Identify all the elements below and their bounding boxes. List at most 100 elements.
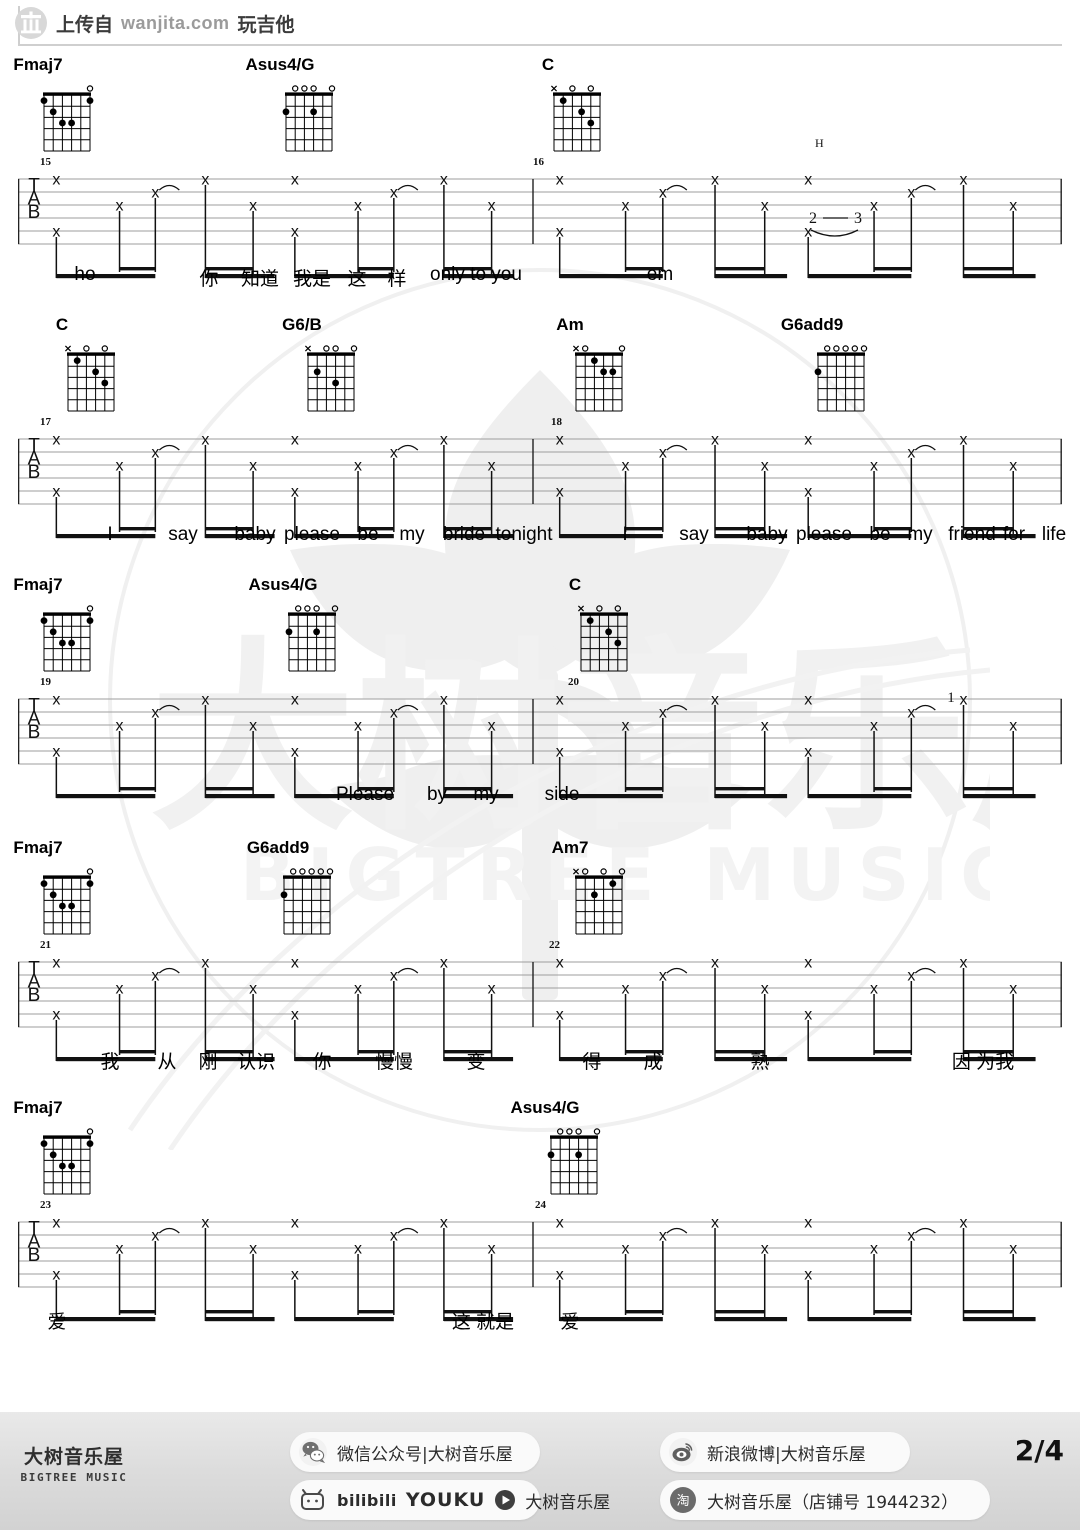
chord-name: C	[568, 575, 582, 594]
chord-name: G6/B	[282, 315, 322, 334]
lyric-syllable: 刚	[198, 1052, 218, 1073]
footer-pill-weibo[interactable]: 新浪微博|大树音乐屋	[660, 1432, 910, 1472]
chord-name: Asus4/G	[510, 1098, 580, 1117]
svg-text:x: x	[556, 1215, 564, 1232]
svg-text:x: x	[291, 432, 299, 449]
measure-number: 23	[40, 1199, 51, 1211]
page-number: 2/4	[1014, 1434, 1064, 1467]
lyric-syllable: 你	[199, 269, 219, 290]
footer-pill-video-label: 大树音乐屋	[525, 1492, 611, 1513]
svg-text:x: x	[556, 692, 564, 709]
lyric-syllable: life	[1041, 524, 1067, 545]
svg-text:x: x	[291, 172, 299, 189]
lyric-syllable: I	[622, 524, 628, 545]
hammer-on-marker: H	[815, 136, 824, 150]
chord-grid	[278, 864, 336, 941]
chord-name: Am7	[551, 838, 589, 857]
lyric-syllable: Please	[335, 784, 395, 805]
svg-text:x: x	[556, 172, 564, 189]
svg-text:x: x	[291, 955, 299, 972]
lyric-syllable: baby	[234, 524, 276, 545]
lyric-syllable: 这 就是	[451, 1312, 515, 1333]
lyric-syllable: I	[107, 524, 113, 545]
measure-number: 24	[535, 1199, 546, 1211]
footer-pill-taobao-label: 大树音乐屋（店铺号 1944232）	[707, 1492, 959, 1513]
footer-brand-cn: 大树音乐屋	[23, 1446, 124, 1468]
footer-pill-taobao[interactable]: 淘 大树音乐屋（店铺号 1944232）	[660, 1480, 990, 1520]
lyric-syllable: be	[357, 524, 379, 545]
chord-grid	[570, 864, 628, 941]
svg-text:B: B	[28, 462, 41, 483]
lyric-syllable: 这	[347, 269, 367, 290]
wechat-icon	[298, 1437, 328, 1467]
svg-text:x: x	[52, 432, 60, 449]
lyric-syllable: bride	[442, 524, 486, 545]
chord-name: Fmaj7	[13, 55, 63, 74]
chord-grid	[575, 601, 633, 678]
lyric-syllable: 样	[387, 269, 407, 290]
chord-name: Asus4/G	[248, 575, 318, 594]
svg-text:B: B	[28, 1245, 41, 1266]
svg-text:x: x	[804, 692, 812, 709]
svg-text:x: x	[804, 172, 812, 189]
lyric-syllable: 你	[312, 1052, 332, 1073]
svg-text:B: B	[28, 985, 41, 1006]
footer-pill-wechat[interactable]: 微信公众号|大树音乐屋	[290, 1432, 540, 1472]
lyric-syllable: only to you	[430, 264, 522, 285]
chord-name: G6add9	[246, 838, 310, 857]
chord-grid	[38, 81, 96, 158]
bilibili-icon	[298, 1488, 328, 1512]
lyric-syllable: 我	[100, 1052, 120, 1073]
footer-brand-en: BIGTREE MUSIC	[20, 1471, 128, 1484]
lyric-syllable: 成	[643, 1052, 663, 1073]
footer-pill-weibo-label: 新浪微博|大树音乐屋	[707, 1444, 866, 1465]
lyric-syllable: my	[473, 784, 499, 805]
lyric-syllable: say	[679, 524, 709, 545]
measure-number: 17	[40, 416, 51, 428]
svg-text:B: B	[28, 202, 41, 223]
svg-text:x: x	[52, 692, 60, 709]
lyric-syllable: my	[399, 524, 425, 545]
chord-grid	[62, 341, 120, 418]
svg-text:2: 2	[809, 210, 817, 227]
top-banner: 上传自 wanjita.com 玩吉他	[0, 0, 1080, 46]
chord-grid	[548, 81, 606, 158]
chord-name: Fmaj7	[13, 1098, 63, 1117]
lyric-syllable: 得	[582, 1052, 602, 1073]
lyric-syllable: for	[1002, 524, 1026, 545]
lyric-syllable: 从	[157, 1052, 177, 1073]
lyrics-line: 我 从刚认识 你 慢慢 变 得 成 熟 因 为我	[18, 1047, 1062, 1077]
lyrics-line: ho 你知道 我是这样 only to you em	[18, 264, 1062, 294]
measure-number: 15	[40, 156, 51, 168]
chord-grid	[38, 601, 96, 678]
top-banner-prefix: 上传自	[56, 14, 114, 36]
chord-grid	[38, 1124, 96, 1201]
chord-name: C	[541, 55, 555, 74]
svg-text:x: x	[804, 1215, 812, 1232]
svg-text:x: x	[556, 432, 564, 449]
chord-name: Am	[556, 315, 584, 334]
lyric-syllable: be	[869, 524, 891, 545]
footer-pill-video[interactable]: bilibili YOUKU 大树音乐屋	[290, 1480, 610, 1520]
measure-number: 22	[549, 939, 560, 951]
svg-text:x: x	[52, 1215, 60, 1232]
bilibili-wordmark: bilibili	[337, 1490, 397, 1510]
lyric-syllable: 爱	[47, 1312, 67, 1333]
footer-pill-wechat-label: 微信公众号|大树音乐屋	[337, 1444, 513, 1465]
tab-staff: TABxxxxxxxxxxxxxxxxxxxxxxxx	[17, 431, 1062, 593]
chord-grid	[570, 341, 628, 418]
taobao-icon: 淘	[668, 1485, 698, 1515]
lyric-syllable: baby	[746, 524, 788, 545]
svg-text:3: 3	[854, 210, 862, 227]
measure-number: 16	[533, 156, 544, 168]
chord-name: G6add9	[780, 315, 844, 334]
lyric-syllable: em	[646, 264, 674, 285]
top-banner-site: wanjita.com	[121, 12, 230, 33]
chord-name: C	[55, 315, 69, 334]
lyric-syllable: 因 为我	[951, 1052, 1015, 1073]
measure-number: 20	[568, 676, 579, 688]
chord-grid	[812, 341, 870, 418]
chord-grid	[38, 864, 96, 941]
svg-text:x: x	[291, 692, 299, 709]
svg-text:x: x	[556, 955, 564, 972]
